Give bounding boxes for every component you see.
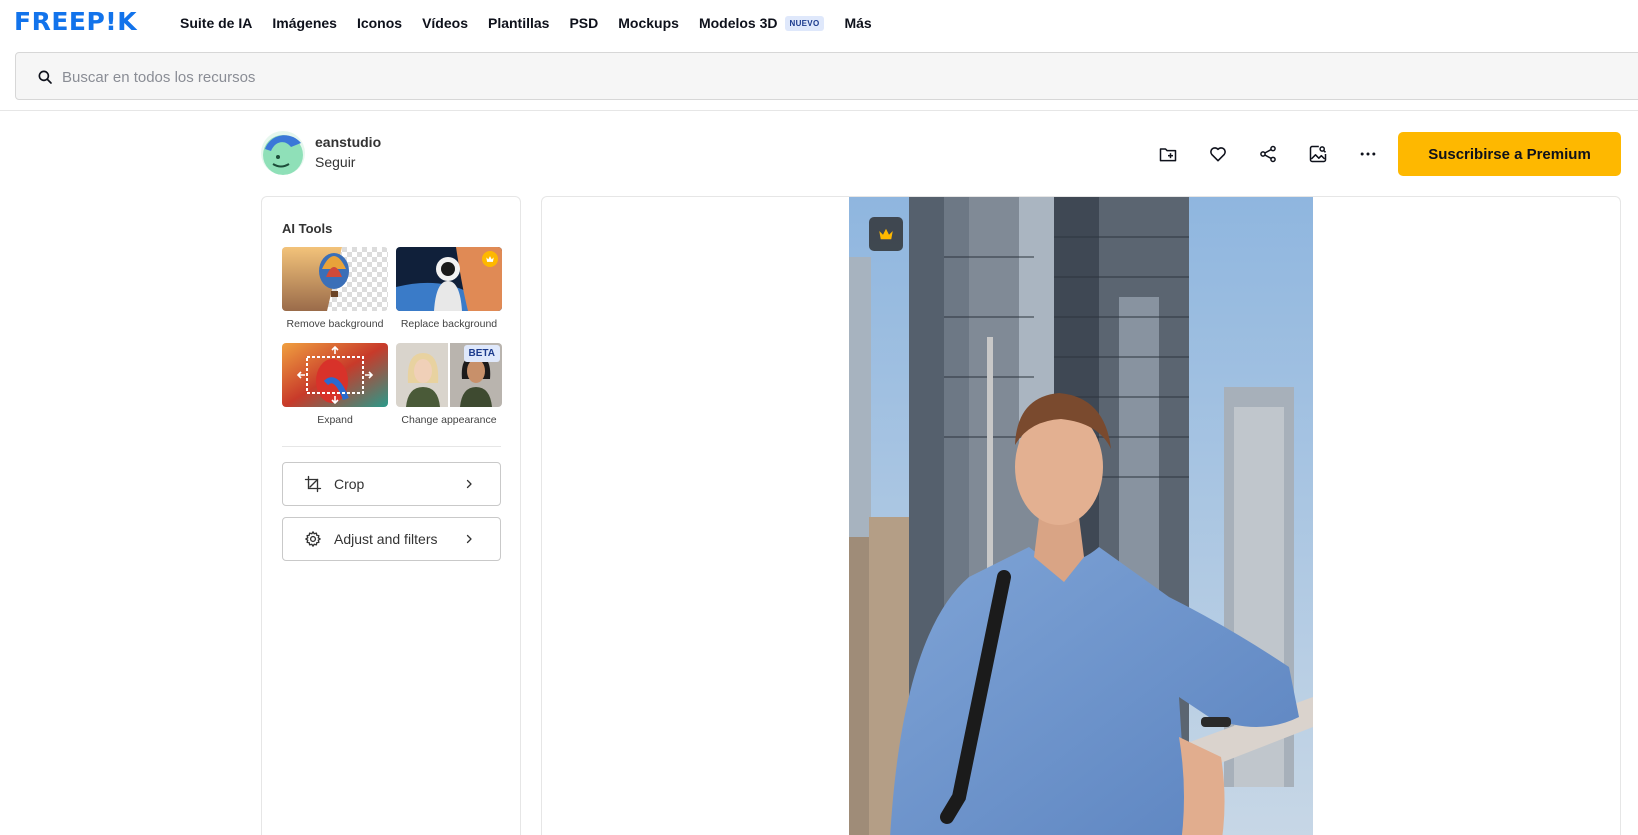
search-bar[interactable] <box>15 52 1638 100</box>
share-icon <box>1260 145 1276 163</box>
change-appearance-thumbnail: BETA <box>396 343 502 407</box>
remove-background-label: Remove background <box>286 318 384 330</box>
new-badge: NUEVO <box>784 15 825 31</box>
add-to-collection-icon <box>1159 148 1177 162</box>
chevron-right-icon <box>462 477 476 491</box>
search-input[interactable] <box>62 63 1462 91</box>
crown-icon <box>879 228 893 240</box>
tool-remove-background[interactable]: Remove background <box>282 247 388 330</box>
remove-background-thumbnail <box>282 247 388 311</box>
nav-item-psd[interactable]: PSD <box>569 15 598 31</box>
header-divider <box>0 110 1638 111</box>
expand-thumbnail <box>282 343 388 407</box>
settings-gear-icon <box>303 529 323 549</box>
tools-divider <box>282 446 501 447</box>
follow-button[interactable]: Seguir <box>315 151 381 173</box>
tool-expand[interactable]: Expand <box>282 343 388 426</box>
nav-item-suite-ia[interactable]: Suite de IA <box>180 15 252 31</box>
more-options-button[interactable] <box>1356 142 1380 166</box>
image-search-icon <box>1309 145 1327 163</box>
nav-item-plantillas[interactable]: Plantillas <box>488 15 549 31</box>
top-navigation: FREEP!K Suite de IA Imágenes Iconos Víde… <box>0 0 1638 46</box>
like-button[interactable] <box>1206 142 1230 166</box>
logo-text: FREEP!K <box>14 7 138 36</box>
nav-item-mas[interactable]: Más <box>844 15 871 31</box>
beta-badge: BETA <box>463 345 500 362</box>
freepik-logo[interactable]: FREEP!K <box>14 9 137 35</box>
crop-label: Crop <box>334 476 365 492</box>
author-info: eanstudio Seguir <box>261 131 381 175</box>
ai-tools-title: AI Tools <box>282 221 333 236</box>
replace-background-thumbnail <box>396 247 502 311</box>
crown-icon <box>486 256 494 262</box>
search-icon <box>38 70 52 84</box>
nav-item-imagenes[interactable]: Imágenes <box>272 15 337 31</box>
author-avatar[interactable] <box>261 131 305 175</box>
more-icon <box>1360 152 1376 156</box>
ai-tools-panel: AI Tools Remove background Replace backg… <box>261 196 521 835</box>
image-viewer <box>541 196 1621 835</box>
subscribe-premium-button[interactable]: Suscribirse a Premium <box>1398 132 1621 176</box>
crop-icon <box>303 474 323 494</box>
resource-actions <box>1156 142 1406 166</box>
nav-item-modelos-3d-label: Modelos 3D <box>698 15 778 31</box>
add-to-collection-button[interactable] <box>1156 142 1180 166</box>
nav-item-iconos[interactable]: Iconos <box>357 15 402 31</box>
premium-content-badge <box>869 217 903 251</box>
author-name[interactable]: eanstudio <box>315 133 381 151</box>
author-text: eanstudio Seguir <box>315 133 381 173</box>
nav-item-videos[interactable]: Vídeos <box>422 15 468 31</box>
adjust-filters-label: Adjust and filters <box>334 531 438 547</box>
main-photo[interactable] <box>849 197 1313 835</box>
chevron-right-icon <box>462 532 476 546</box>
nav-item-modelos-3d[interactable]: Modelos 3D NUEVO <box>699 15 825 31</box>
premium-crown-badge <box>482 251 498 267</box>
share-button[interactable] <box>1256 142 1280 166</box>
change-appearance-label: Change appearance <box>401 414 497 426</box>
image-search-button[interactable] <box>1306 142 1330 166</box>
adjust-filters-button[interactable]: Adjust and filters <box>282 517 501 561</box>
replace-background-label: Replace background <box>400 318 498 330</box>
crop-button[interactable]: Crop <box>282 462 501 506</box>
main-menu: Suite de IA Imágenes Iconos Vídeos Plant… <box>180 0 892 46</box>
expand-label: Expand <box>317 414 353 426</box>
nav-item-mockups[interactable]: Mockups <box>618 15 679 31</box>
tool-replace-background[interactable]: Replace background <box>396 247 502 330</box>
tool-change-appearance[interactable]: BETA Change appearance <box>396 343 502 426</box>
heart-icon <box>1210 147 1226 162</box>
